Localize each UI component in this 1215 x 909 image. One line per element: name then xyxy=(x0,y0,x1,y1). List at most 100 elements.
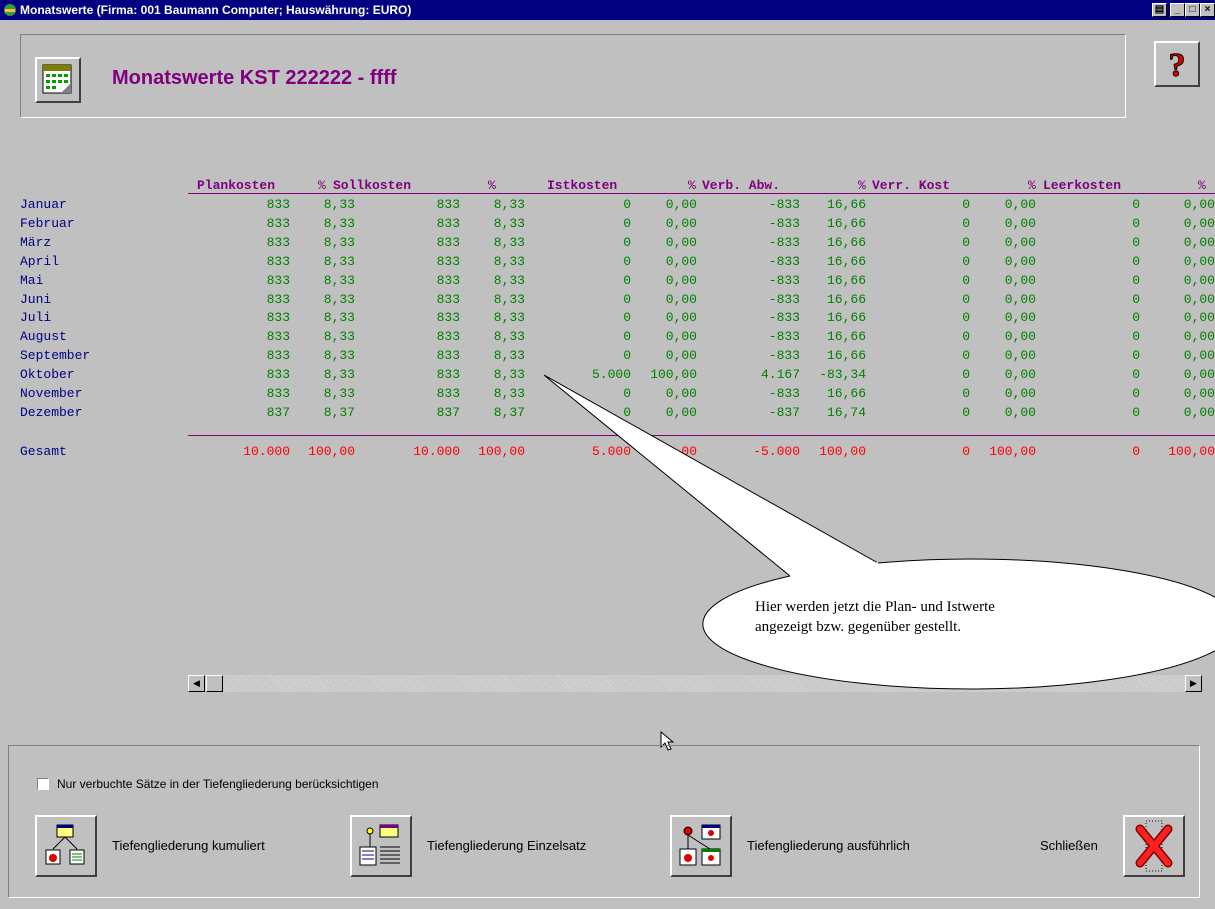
table-row[interactable]: Februar 833 8,33 833 8,33 0 0,00 -833 16,66 0 0,00… xyxy=(0,216,1215,235)
table-cell: 8,33 xyxy=(323,386,355,401)
table-row[interactable]: September 833 8,33 833 8,33 0 0,00 -833 16,66 0 0,… xyxy=(0,348,1215,367)
table-cell: 8,33 xyxy=(323,329,355,345)
table-cell: 16,66 xyxy=(826,234,866,250)
table-row[interactable]: Dezember 837 8,37 837 8,37 0 0,00 -837 16,74 0 0,0… xyxy=(0,405,1215,424)
table-cell: 833 xyxy=(266,367,290,383)
table-cell: 16,66 xyxy=(826,386,866,401)
table-cell: -833 xyxy=(768,215,800,231)
table-cell: 0,00 xyxy=(1004,348,1036,364)
table-cell: 16,66 xyxy=(826,310,866,326)
window-title: Monatswerte (Firma: 001 Baumann Computer… xyxy=(20,3,412,17)
col-header-verb-abw: Verb. Abw. xyxy=(702,178,781,193)
table-cell: 833 xyxy=(436,215,460,231)
table-cell: -833 xyxy=(768,310,800,326)
nur-verbuchte-checkbox[interactable] xyxy=(37,778,49,790)
table-cell: 16,74 xyxy=(826,404,866,420)
table-row[interactable]: März 833 8,33 833 8,33 0 0,00 -833 16,66 0 0,00 0 0,… xyxy=(0,235,1215,254)
table-cell: 0,00 xyxy=(1004,367,1036,383)
month-label: Oktober xyxy=(20,367,75,383)
maximize-button[interactable]: □ xyxy=(1185,3,1200,17)
tiefengliederung-ausfuehrlich-button[interactable] xyxy=(670,815,732,877)
minimize-button[interactable]: _ xyxy=(1170,3,1185,17)
table-cell: 8,37 xyxy=(493,404,525,420)
tiefengliederung-einzelsatz-button[interactable] xyxy=(350,815,412,877)
table-row[interactable]: April 833 8,33 833 8,33 0 0,00 -833 16,66 0 0,00 0 0… xyxy=(0,254,1215,273)
close-label: Schließen xyxy=(1040,838,1098,853)
table-cell: 833 xyxy=(436,310,460,326)
table-cell: 0 xyxy=(962,329,970,345)
col-header-plankosten: Plankosten xyxy=(197,178,276,193)
table-cell: 8,33 xyxy=(323,367,355,383)
red-x-icon xyxy=(1135,820,1173,872)
table-cell: 0,00 xyxy=(665,272,697,288)
table-cell: 0,00 xyxy=(1183,386,1215,401)
table-cell: 0 xyxy=(1132,291,1140,307)
table-cell: 8,33 xyxy=(323,310,355,326)
table-cell: 0,00 xyxy=(1004,197,1036,212)
calendar-button[interactable] xyxy=(35,57,81,103)
table-row[interactable]: August 833 8,33 833 8,33 0 0,00 -833 16,66 0 0,00 0… xyxy=(0,329,1215,348)
table-cell: 0 xyxy=(962,253,970,269)
month-label: September xyxy=(20,348,91,364)
table-cell: 0,00 xyxy=(1004,386,1036,401)
tiefengliederung-kumuliert-button[interactable] xyxy=(35,815,97,877)
table-row[interactable]: Juni 833 8,33 833 8,33 0 0,00 -833 16,66 0 0,00 0 0,… xyxy=(0,292,1215,311)
table-cell: 833 xyxy=(266,197,290,212)
table-cell: 0 xyxy=(1132,404,1140,420)
kumuliert-label: Tiefengliederung kumuliert xyxy=(112,838,265,853)
table-cell: 8,33 xyxy=(493,310,525,326)
total-cell: 0 xyxy=(1132,444,1140,459)
close-button[interactable] xyxy=(1123,815,1185,877)
table-cell: 0,00 xyxy=(665,215,697,231)
table-cell: 0 xyxy=(962,197,970,212)
table-cell: 0,00 xyxy=(1183,197,1215,212)
table-cell: 8,33 xyxy=(323,234,355,250)
scroll-thumb[interactable] xyxy=(206,675,223,692)
table-cell: 0 xyxy=(623,253,631,269)
table-cell: 8,33 xyxy=(323,272,355,288)
total-cell: 5.000 xyxy=(591,444,631,459)
month-label: Dezember xyxy=(20,404,83,420)
table-row[interactable]: Mai 833 8,33 833 8,33 0 0,00 -833 16,66 0 0,00 0 0,0… xyxy=(0,273,1215,292)
scroll-right-button[interactable]: ▶ xyxy=(1185,675,1202,692)
table-row[interactable]: Januar 833 8,33 833 8,33 0 0,00 -833 16,66 0 0,00 0… xyxy=(0,197,1215,216)
col-header-pct6: % xyxy=(1198,178,1206,193)
horizontal-scrollbar[interactable]: ◀ ▶ xyxy=(188,675,1202,692)
table-cell: 833 xyxy=(266,234,290,250)
table-cell: 0,00 xyxy=(1183,272,1215,288)
table-cell: 833 xyxy=(436,291,460,307)
table-cell: 0 xyxy=(623,348,631,364)
month-label: August xyxy=(20,329,67,345)
total-row[interactable]: Gesamt 10.000 100,00 10.000 100,00 5.000 100,… xyxy=(0,444,1215,463)
table-cell: 0 xyxy=(962,310,970,326)
table-cell: 0 xyxy=(962,215,970,231)
table-cell: 833 xyxy=(436,348,460,364)
total-cell: 100,00 xyxy=(478,444,525,459)
scroll-left-button[interactable]: ◀ xyxy=(188,675,205,692)
table-cell: 8,37 xyxy=(323,404,355,420)
table-cell: 833 xyxy=(266,253,290,269)
table-cell: 833 xyxy=(266,348,290,364)
print-icon[interactable]: ▤ xyxy=(1152,3,1167,17)
table-cell: 8,33 xyxy=(323,215,355,231)
help-button[interactable]: ? xyxy=(1154,41,1200,87)
table-cell: 0 xyxy=(623,215,631,231)
monthly-values-grid[interactable]: Plankosten % Sollkosten % Istkosten % Ve… xyxy=(0,170,1215,480)
table-cell: -83,34 xyxy=(819,367,866,383)
table-cell: 0 xyxy=(623,404,631,420)
table-cell: 0,00 xyxy=(665,310,697,326)
close-window-button[interactable]: × xyxy=(1200,3,1215,17)
col-header-leerkosten: Leerkosten xyxy=(1043,178,1122,193)
table-cell: 0 xyxy=(1132,386,1140,401)
table-cell: 0 xyxy=(623,291,631,307)
table-cell: 0 xyxy=(1132,329,1140,345)
table-row[interactable]: Oktober 833 8,33 833 8,33 5.000 100,00 4.167 -83… xyxy=(0,367,1215,386)
table-row[interactable]: Juli 833 8,33 833 8,33 0 0,00 -833 16,66 0 0,00 0 0,… xyxy=(0,310,1215,329)
table-cell: 0 xyxy=(962,367,970,383)
table-cell: 0 xyxy=(1132,253,1140,269)
table-cell: 8,33 xyxy=(493,197,525,212)
table-cell: 0 xyxy=(1132,272,1140,288)
table-cell: 0 xyxy=(1132,234,1140,250)
table-cell: -833 xyxy=(768,234,800,250)
table-row[interactable]: November 833 8,33 833 8,33 0 0,00 -833 16,66 0 0,0… xyxy=(0,386,1215,405)
